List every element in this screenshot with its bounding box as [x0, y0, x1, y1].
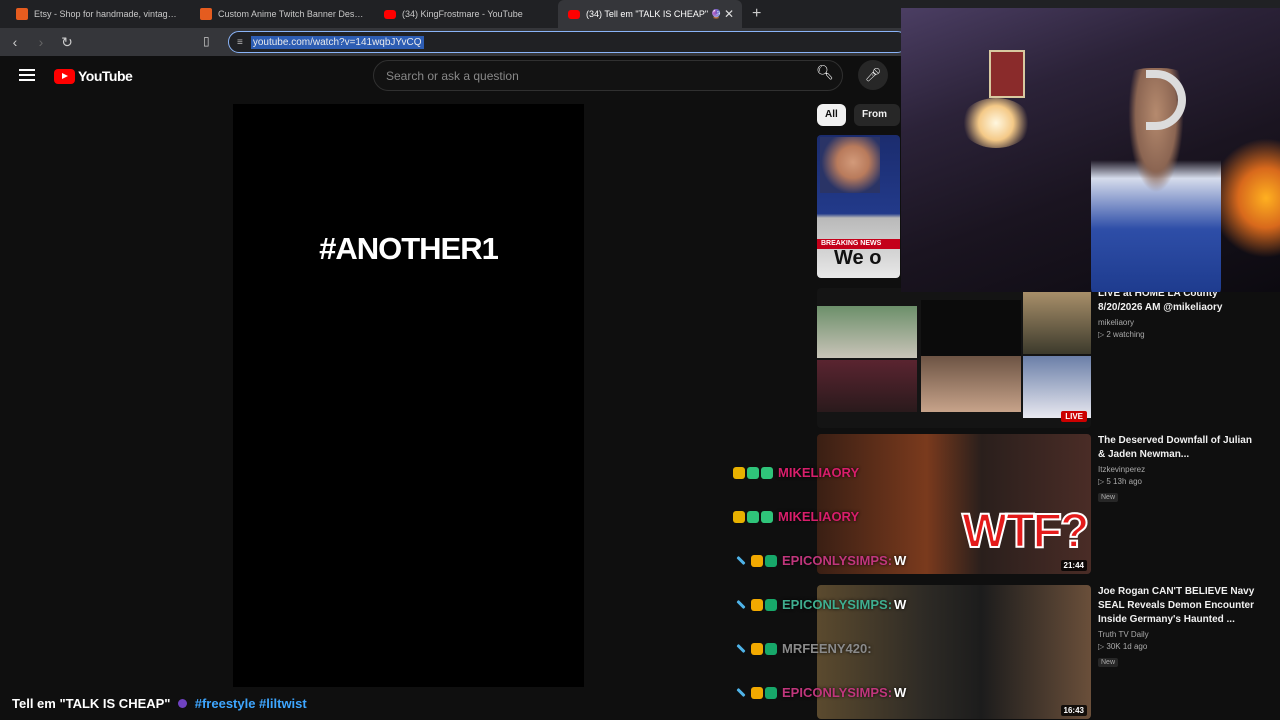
badge-icon — [747, 466, 759, 479]
thumbnail-image — [817, 306, 917, 358]
chat-message: MRFEENY420: — [733, 641, 874, 656]
etsy-icon — [16, 8, 28, 20]
sidebar-video-stats: ▷ 30K 1d ago — [1098, 642, 1148, 651]
chat-message: EPICONLYSIMPS: W — [733, 553, 906, 568]
thumbnail-headline: We o — [834, 247, 882, 269]
video-duration: 21:44 — [1060, 560, 1087, 571]
thumbnail-image — [817, 360, 917, 412]
browser-tab[interactable]: Etsy - Shop for handmade, vintage, c — [6, 0, 190, 28]
sidebar-channel-name[interactable]: Itzkevinperez — [1098, 465, 1258, 474]
crown-badge-icon — [751, 642, 763, 655]
sidebar-video-stats: ▷ 2 watching — [1098, 330, 1145, 339]
chat-username: MIKELIAORY — [778, 465, 860, 480]
subscriber-badge-icon — [765, 554, 777, 567]
browser-tab-active[interactable]: (34) Tell em "TALK IS CHEAP" 🔮 ✕ — [558, 0, 742, 28]
tab-title: (34) Tell em "TALK IS CHEAP" 🔮 — [586, 8, 722, 19]
sidebar-video-info[interactable]: The Deserved Downfall of Julian & Jaden … — [1098, 434, 1258, 504]
crown-badge-icon — [751, 554, 763, 567]
thumbnail-image — [1023, 356, 1091, 418]
video-player[interactable]: #ANOTHER1 — [233, 104, 584, 687]
chat-text: W — [894, 685, 907, 700]
sidebar-channel-name[interactable]: mikeliaory — [1098, 318, 1258, 327]
chip-from-channel[interactable]: From Lil — [854, 104, 900, 126]
chat-username: EPICONLYSIMPS: — [782, 553, 893, 568]
subscriber-badge-icon — [765, 686, 777, 699]
webcam-overlay — [901, 8, 1280, 292]
chat-message: MIKELIAORY — [733, 465, 861, 480]
tab-title: (34) KingFrostmare - YouTube — [402, 9, 523, 19]
video-thumbnail[interactable]: LIVE — [817, 288, 1091, 428]
thumbnail-image — [1023, 292, 1091, 354]
sword-badge-icon — [736, 687, 746, 698]
new-tab-button[interactable]: + — [752, 5, 761, 23]
chat-username: MRFEENY420: — [782, 641, 872, 656]
sidebar-video-title[interactable]: Joe Rogan CAN'T BELIEVE Navy SEAL Reveal… — [1098, 585, 1258, 627]
chat-message: EPICONLYSIMPS: W — [733, 685, 906, 700]
video-title-text: Tell em "TALK IS CHEAP" — [12, 696, 171, 711]
site-info-icon[interactable]: ≡ — [237, 37, 243, 48]
subscriber-badge-icon — [765, 598, 777, 611]
youtube-icon — [568, 9, 580, 19]
close-tab-icon[interactable]: ✕ — [724, 7, 734, 21]
chat-message: MIKELIAORY — [733, 509, 861, 524]
crown-badge-icon — [751, 598, 763, 611]
url-text[interactable]: youtube.com/watch?v=141wqbJYvCQ — [250, 35, 424, 49]
search-input[interactable]: Search or ask a question — [373, 60, 843, 91]
badge-icon — [761, 510, 773, 523]
sword-badge-icon — [736, 643, 746, 654]
chat-username: MIKELIAORY — [778, 509, 860, 524]
wall-poster — [989, 50, 1025, 98]
crown-badge-icon — [751, 686, 763, 699]
sword-badge-icon — [736, 599, 746, 610]
crystal-ball-icon — [178, 699, 188, 708]
youtube-icon — [384, 9, 396, 19]
hamburger-menu-icon[interactable] — [19, 69, 35, 81]
new-badge: New — [1098, 658, 1119, 667]
chat-username: EPICONLYSIMPS: — [782, 597, 893, 612]
youtube-play-icon — [54, 68, 75, 84]
chat-text: W — [894, 553, 907, 568]
video-title: Tell em "TALK IS CHEAP" #freestyle #lilt… — [12, 696, 307, 711]
thumbnail-headline: WTF? — [961, 504, 1090, 559]
chip-all[interactable]: All — [817, 104, 846, 126]
sword-badge-icon — [736, 555, 746, 566]
address-bar[interactable]: ≡ youtube.com/watch?v=141wqbJYvCQ — [228, 31, 908, 53]
sidebar-video-info[interactable]: Joe Rogan CAN'T BELIEVE Navy SEAL Reveal… — [1098, 585, 1258, 669]
video-thumbnail[interactable]: BREAKING NEWS We o — [817, 135, 900, 278]
video-duration: 16:43 — [1060, 705, 1087, 716]
chat-message: EPICONLYSIMPS: W — [733, 597, 906, 612]
back-icon[interactable]: ‹ — [4, 34, 26, 50]
chat-text: W — [894, 597, 907, 612]
thumbnail-image — [820, 137, 880, 193]
etsy-icon — [200, 8, 212, 20]
thumbnail-image — [921, 356, 1021, 412]
tab-title: Etsy - Shop for handmade, vintage, c — [34, 9, 180, 19]
youtube-wordmark: YouTube — [78, 68, 133, 84]
microphone-icon[interactable]: 🎤︎ — [858, 60, 888, 90]
video-hashtags[interactable]: #freestyle #liltwist — [195, 696, 307, 711]
browser-tab[interactable]: Custom Anime Twitch Banner Design — [190, 0, 374, 28]
chat-username: EPICONLYSIMPS: — [782, 685, 893, 700]
bookmark-icon[interactable]: ▯ — [203, 34, 210, 48]
reload-icon[interactable]: ↻ — [56, 34, 78, 51]
sidebar-video-info[interactable]: LIVE at HOME LA County 8/20/2026 AM @mik… — [1098, 287, 1258, 339]
sidebar-channel-name[interactable]: Truth TV Daily — [1098, 630, 1258, 639]
badge-icon — [747, 510, 759, 523]
lamp-light — [961, 98, 1031, 148]
video-overlay-text: #ANOTHER1 — [319, 231, 499, 266]
thumbnail-image — [921, 300, 1021, 362]
new-badge: New — [1098, 493, 1119, 502]
sidebar-video-stats: ▷ 5 13h ago — [1098, 477, 1142, 486]
browser-tab[interactable]: (34) KingFrostmare - YouTube — [374, 0, 558, 28]
badge-icon — [761, 466, 773, 479]
badge-icon — [733, 510, 745, 523]
youtube-logo[interactable]: YouTube — [54, 68, 133, 84]
live-badge: LIVE — [1061, 411, 1087, 422]
sidebar-video-title[interactable]: The Deserved Downfall of Julian & Jaden … — [1098, 434, 1258, 462]
forward-icon[interactable]: › — [30, 34, 52, 50]
badge-icon — [733, 466, 745, 479]
search-icon[interactable]: 🔍︎ — [812, 64, 838, 88]
subscriber-badge-icon — [765, 642, 777, 655]
tab-title: Custom Anime Twitch Banner Design — [218, 9, 364, 19]
